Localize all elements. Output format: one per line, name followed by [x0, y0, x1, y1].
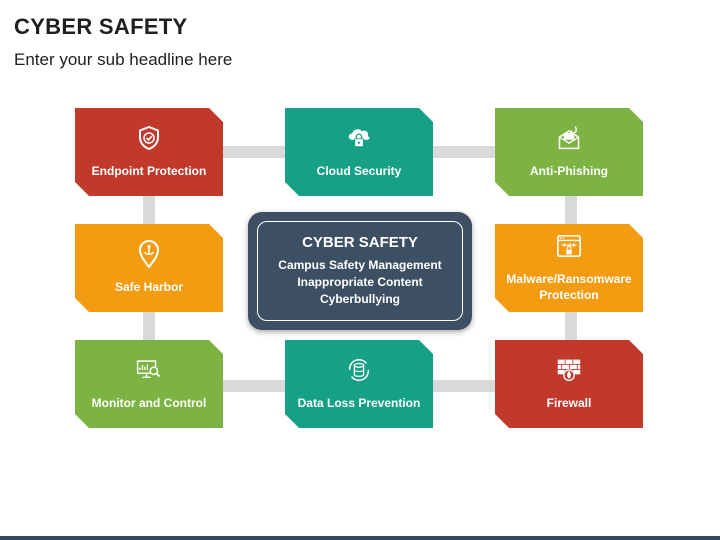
firewall-icon [556, 357, 582, 383]
shield-check-icon [136, 125, 162, 151]
center-line: Cyberbullying [319, 291, 400, 306]
cloud-lock-icon [346, 125, 372, 151]
center-line: Inappropriate Content [297, 275, 423, 290]
center-panel-inner: CYBER SAFETY Campus Safety Management In… [257, 221, 463, 321]
card-cloud-security: Cloud Security [285, 108, 433, 196]
card-monitor-control: Monitor and Control [75, 340, 223, 428]
card-label: Safe Harbor [114, 279, 184, 294]
monitor-search-icon [136, 357, 162, 383]
card-endpoint-protection: Endpoint Protection [75, 108, 223, 196]
card-data-loss-prevention: Data Loss Prevention [285, 340, 433, 428]
page-subtitle: Enter your sub headline here [14, 50, 233, 69]
card-label: Monitor and Control [91, 395, 207, 410]
card-label: Firewall [546, 395, 592, 410]
card-safe-harbor: Safe Harbor [75, 224, 223, 312]
center-line: Campus Safety Management [278, 258, 442, 273]
card-label: Cloud Security [316, 163, 402, 178]
card-label: Malware/Ransomware Protection [506, 271, 632, 302]
card-firewall: Firewall [495, 340, 643, 428]
card-label: Endpoint Protection [91, 163, 207, 178]
card-malware-protection: Malware/Ransomware Protection [495, 224, 643, 312]
card-label: Data Loss Prevention [297, 395, 421, 410]
center-panel: CYBER SAFETY Campus Safety Management In… [248, 212, 472, 330]
card-anti-phishing: Anti-Phishing [495, 108, 643, 196]
card-label: Anti-Phishing [530, 163, 608, 178]
anchor-pin-icon [136, 241, 162, 267]
center-title: CYBER SAFETY [302, 234, 418, 252]
bottom-bar [0, 536, 720, 540]
browser-lock-icon [556, 233, 582, 259]
envelope-hook-icon [556, 125, 582, 151]
page-title: CYBER SAFETY [14, 14, 188, 39]
database-cycle-icon [346, 357, 372, 383]
